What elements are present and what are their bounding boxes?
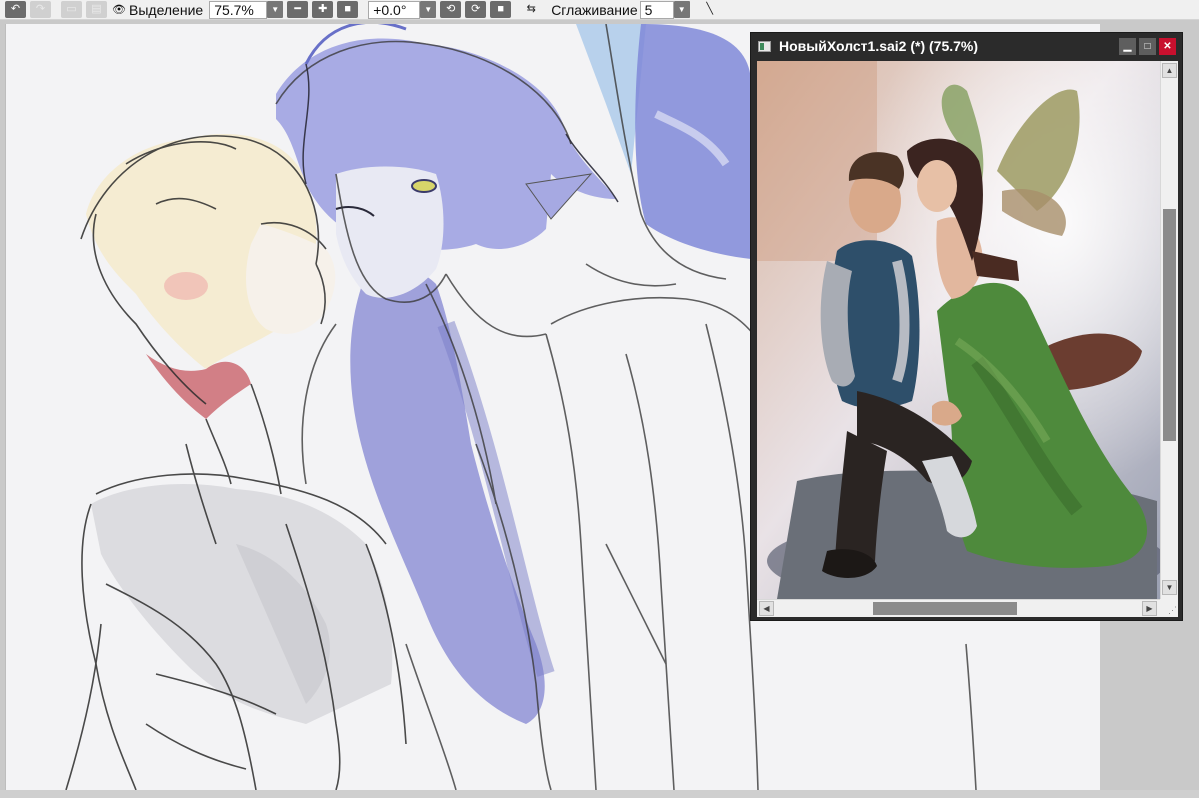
close-icon: ✕ [1163, 40, 1172, 52]
rotation-field[interactable]: +0.0° [368, 0, 421, 19]
rotation-reset-button[interactable]: ■ [490, 1, 512, 18]
smoothing-dropdown-button[interactable]: ▼ [673, 1, 690, 18]
maximize-button[interactable]: □ [1139, 37, 1156, 55]
flip-horizontal-button[interactable]: ⇆ [521, 1, 541, 18]
chevron-down-icon: ▼ [424, 5, 433, 14]
selection-label: Выделение [129, 1, 204, 18]
flip-arrows-icon: ⇆ [526, 3, 536, 15]
reference-window[interactable]: НовыйХолст1.sai2 (*) (75.7%) ▁ □ ✕ ▲ ▼ ◀… [750, 32, 1183, 621]
close-button[interactable]: ✕ [1159, 37, 1176, 55]
reference-photo[interactable] [757, 61, 1160, 599]
scroll-up-button[interactable]: ▲ [1162, 63, 1177, 78]
reference-window-titlebar[interactable]: НовыйХолст1.sai2 (*) (75.7%) ▁ □ ✕ [751, 33, 1182, 59]
chevron-down-icon: ▼ [1165, 583, 1174, 592]
plus-icon: ✚ [318, 3, 328, 15]
diagonal-line-icon: ╲ [706, 3, 713, 15]
redo-button[interactable]: ↷ [30, 1, 51, 18]
resize-grip-icon[interactable]: ⋰ [1160, 599, 1178, 617]
vertical-scroll-thumb[interactable] [1163, 209, 1176, 441]
line-tool-button[interactable]: ╲ [700, 1, 720, 18]
invert-selection-icon: ▤ [91, 3, 102, 15]
minus-icon: ━ [294, 3, 301, 15]
scroll-down-button[interactable]: ▼ [1162, 580, 1177, 595]
canvas-file-icon [758, 40, 771, 52]
zoom-reset-button[interactable]: ■ [337, 1, 359, 18]
chevron-down-icon: ▼ [677, 5, 686, 14]
maximize-icon: □ [1144, 40, 1151, 52]
undo-button[interactable]: ↶ [5, 1, 26, 18]
square-icon: ■ [344, 3, 352, 15]
horizontal-scroll-thumb[interactable] [873, 602, 1017, 615]
toolbar: ↶ ↷ ▭ ▤ 👁 Выделение 75.7% ▼ ━ ✚ ■ +0.0° … [0, 0, 1199, 20]
zoom-dropdown-button[interactable]: ▼ [267, 1, 284, 18]
undo-icon: ↶ [10, 3, 21, 15]
chevron-right-icon: ▶ [1146, 604, 1153, 613]
redo-icon: ↷ [35, 3, 46, 15]
deselect-button[interactable]: ▭ [61, 1, 82, 18]
smoothing-label: Сглаживание [551, 1, 638, 18]
scroll-left-button[interactable]: ◀ [759, 601, 774, 616]
rotate-right-button[interactable]: ⟳ [465, 1, 487, 18]
minimize-icon: ▁ [1123, 40, 1132, 52]
eye-icon[interactable]: 👁 [111, 1, 127, 18]
scroll-right-button[interactable]: ▶ [1142, 601, 1157, 616]
smoothing-field[interactable]: 5 [639, 0, 674, 19]
chevron-down-icon: ▼ [271, 5, 280, 14]
zoom-field[interactable]: 75.7% [209, 0, 268, 19]
chevron-left-icon: ◀ [763, 604, 770, 613]
deselect-icon: ▭ [66, 3, 77, 15]
horizontal-scrollbar[interactable]: ◀ ▶ [757, 599, 1160, 617]
zoom-in-button[interactable]: ✚ [312, 1, 334, 18]
rotate-left-icon: ⟲ [446, 3, 456, 15]
minimize-button[interactable]: ▁ [1119, 37, 1136, 55]
rotation-dropdown-button[interactable]: ▼ [420, 1, 437, 18]
chevron-up-icon: ▲ [1165, 66, 1174, 75]
vertical-scrollbar[interactable]: ▲ ▼ [1160, 61, 1178, 599]
invert-selection-button[interactable]: ▤ [86, 1, 107, 18]
square-icon: ■ [497, 3, 505, 15]
figurine-photo [757, 61, 1160, 599]
zoom-out-button[interactable]: ━ [287, 1, 309, 18]
rotate-right-icon: ⟳ [471, 3, 481, 15]
reference-window-title: НовыйХолст1.sai2 (*) (75.7%) [779, 38, 979, 54]
canvas-bottom-strip [0, 790, 1199, 798]
rotate-left-button[interactable]: ⟲ [440, 1, 462, 18]
